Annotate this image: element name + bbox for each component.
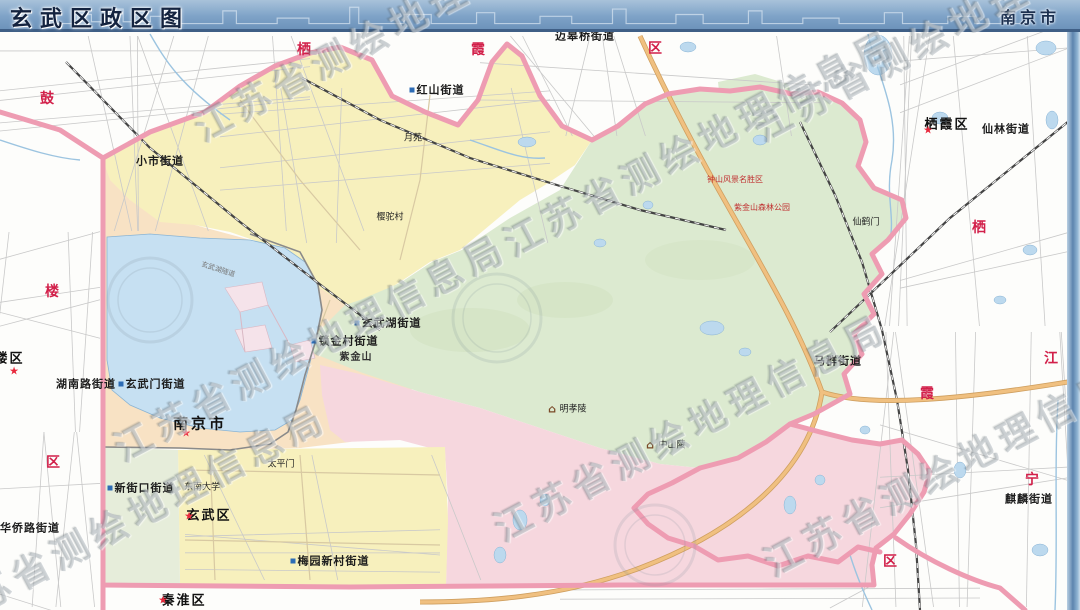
page-edge-strip xyxy=(1067,32,1080,610)
map-title: 玄武区政区图 xyxy=(10,1,190,33)
district-map-page: 小市街道迈皋桥街道红山街道玄武湖街道锁金村街道玄武门街道湖南路街道新街口街道华侨… xyxy=(0,0,1080,610)
map-header-bar: 玄武区政区图 南京市 xyxy=(0,0,1080,32)
city-name-label: 南京市 xyxy=(1000,4,1060,28)
map-canvas[interactable] xyxy=(0,0,1080,610)
